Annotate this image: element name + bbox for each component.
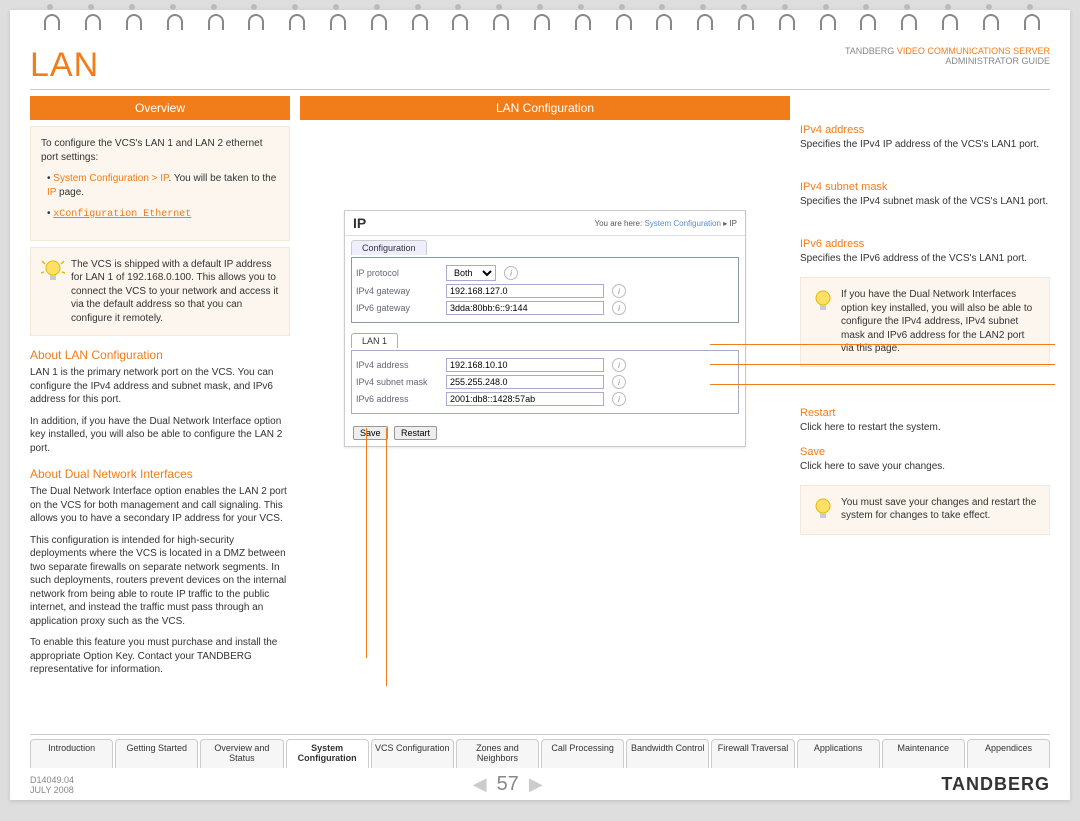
tab-call-processing[interactable]: Call Processing bbox=[541, 739, 624, 768]
tab-vcs-config[interactable]: VCS Configuration bbox=[371, 739, 454, 768]
desc-ipv4-mask-head: IPv4 subnet mask bbox=[800, 181, 1050, 193]
ip-config-screenshot: IP You are here: System Configuration ▸ … bbox=[344, 210, 746, 447]
tab-zones[interactable]: Zones and Neighbors bbox=[456, 739, 539, 768]
tab-introduction[interactable]: Introduction bbox=[30, 739, 113, 768]
tab-maintenance[interactable]: Maintenance bbox=[882, 739, 965, 768]
lan1-ipv4-addr-input[interactable] bbox=[446, 358, 604, 372]
lan-config-header: LAN Configuration bbox=[300, 96, 790, 120]
link-sysconfig-ip[interactable]: System Configuration > IP bbox=[53, 173, 168, 184]
lightbulb-icon bbox=[41, 258, 65, 286]
tab-system-config[interactable]: System Configuration bbox=[286, 739, 369, 768]
about-lan-config-heading: About LAN Configuration bbox=[30, 348, 290, 362]
info-icon[interactable]: i bbox=[504, 266, 518, 280]
overview-header: Overview bbox=[30, 96, 290, 120]
lan1-ipv4-mask-input[interactable] bbox=[446, 375, 604, 389]
tab-lan1[interactable]: LAN 1 bbox=[351, 333, 398, 348]
page-number: 57 bbox=[497, 773, 519, 796]
next-page-icon[interactable]: ▶ bbox=[529, 774, 543, 795]
tab-getting-started[interactable]: Getting Started bbox=[115, 739, 198, 768]
tab-appendices[interactable]: Appendices bbox=[967, 739, 1050, 768]
info-icon[interactable]: i bbox=[612, 358, 626, 372]
link-xconfig-ethernet[interactable]: xConfiguration Ethernet bbox=[53, 209, 191, 220]
lightbulb-icon bbox=[811, 496, 835, 524]
desc-restart-head: Restart bbox=[800, 407, 1050, 419]
save-button[interactable]: Save bbox=[353, 426, 388, 440]
link-ip[interactable]: IP bbox=[47, 187, 56, 198]
footer-tabs: Introduction Getting Started Overview an… bbox=[30, 734, 1050, 768]
info-icon[interactable]: i bbox=[612, 284, 626, 298]
prev-page-icon[interactable]: ◀ bbox=[473, 774, 487, 795]
tab-configuration[interactable]: Configuration bbox=[351, 240, 427, 255]
page-title: LAN bbox=[30, 46, 99, 85]
tab-firewall[interactable]: Firewall Traversal bbox=[711, 739, 794, 768]
brand-logo: TANDBERG bbox=[941, 774, 1050, 795]
header-meta: TANDBERG VIDEO COMMUNICATIONS SERVER ADM… bbox=[845, 46, 1050, 66]
lightbulb-icon bbox=[811, 288, 835, 316]
info-icon[interactable]: i bbox=[612, 392, 626, 406]
desc-save-head: Save bbox=[800, 446, 1050, 458]
ipv6-gateway-input[interactable] bbox=[446, 301, 604, 315]
restart-button[interactable]: Restart bbox=[394, 426, 437, 440]
lan1-ipv6-addr-input[interactable] bbox=[446, 392, 604, 406]
tab-bandwidth[interactable]: Bandwidth Control bbox=[626, 739, 709, 768]
info-icon[interactable]: i bbox=[612, 301, 626, 315]
tab-applications[interactable]: Applications bbox=[797, 739, 880, 768]
ipv4-gateway-input[interactable] bbox=[446, 284, 604, 298]
desc-ipv4-addr-head: IPv4 address bbox=[800, 124, 1050, 136]
info-icon[interactable]: i bbox=[612, 375, 626, 389]
tab-overview-status[interactable]: Overview and Status bbox=[200, 739, 283, 768]
ip-protocol-select[interactable]: Both bbox=[446, 265, 496, 281]
doc-info: D14049.04 JULY 2008 bbox=[30, 775, 74, 795]
about-dual-net-heading: About Dual Network Interfaces bbox=[30, 467, 290, 481]
desc-ipv6-addr-head: IPv6 address bbox=[800, 238, 1050, 250]
